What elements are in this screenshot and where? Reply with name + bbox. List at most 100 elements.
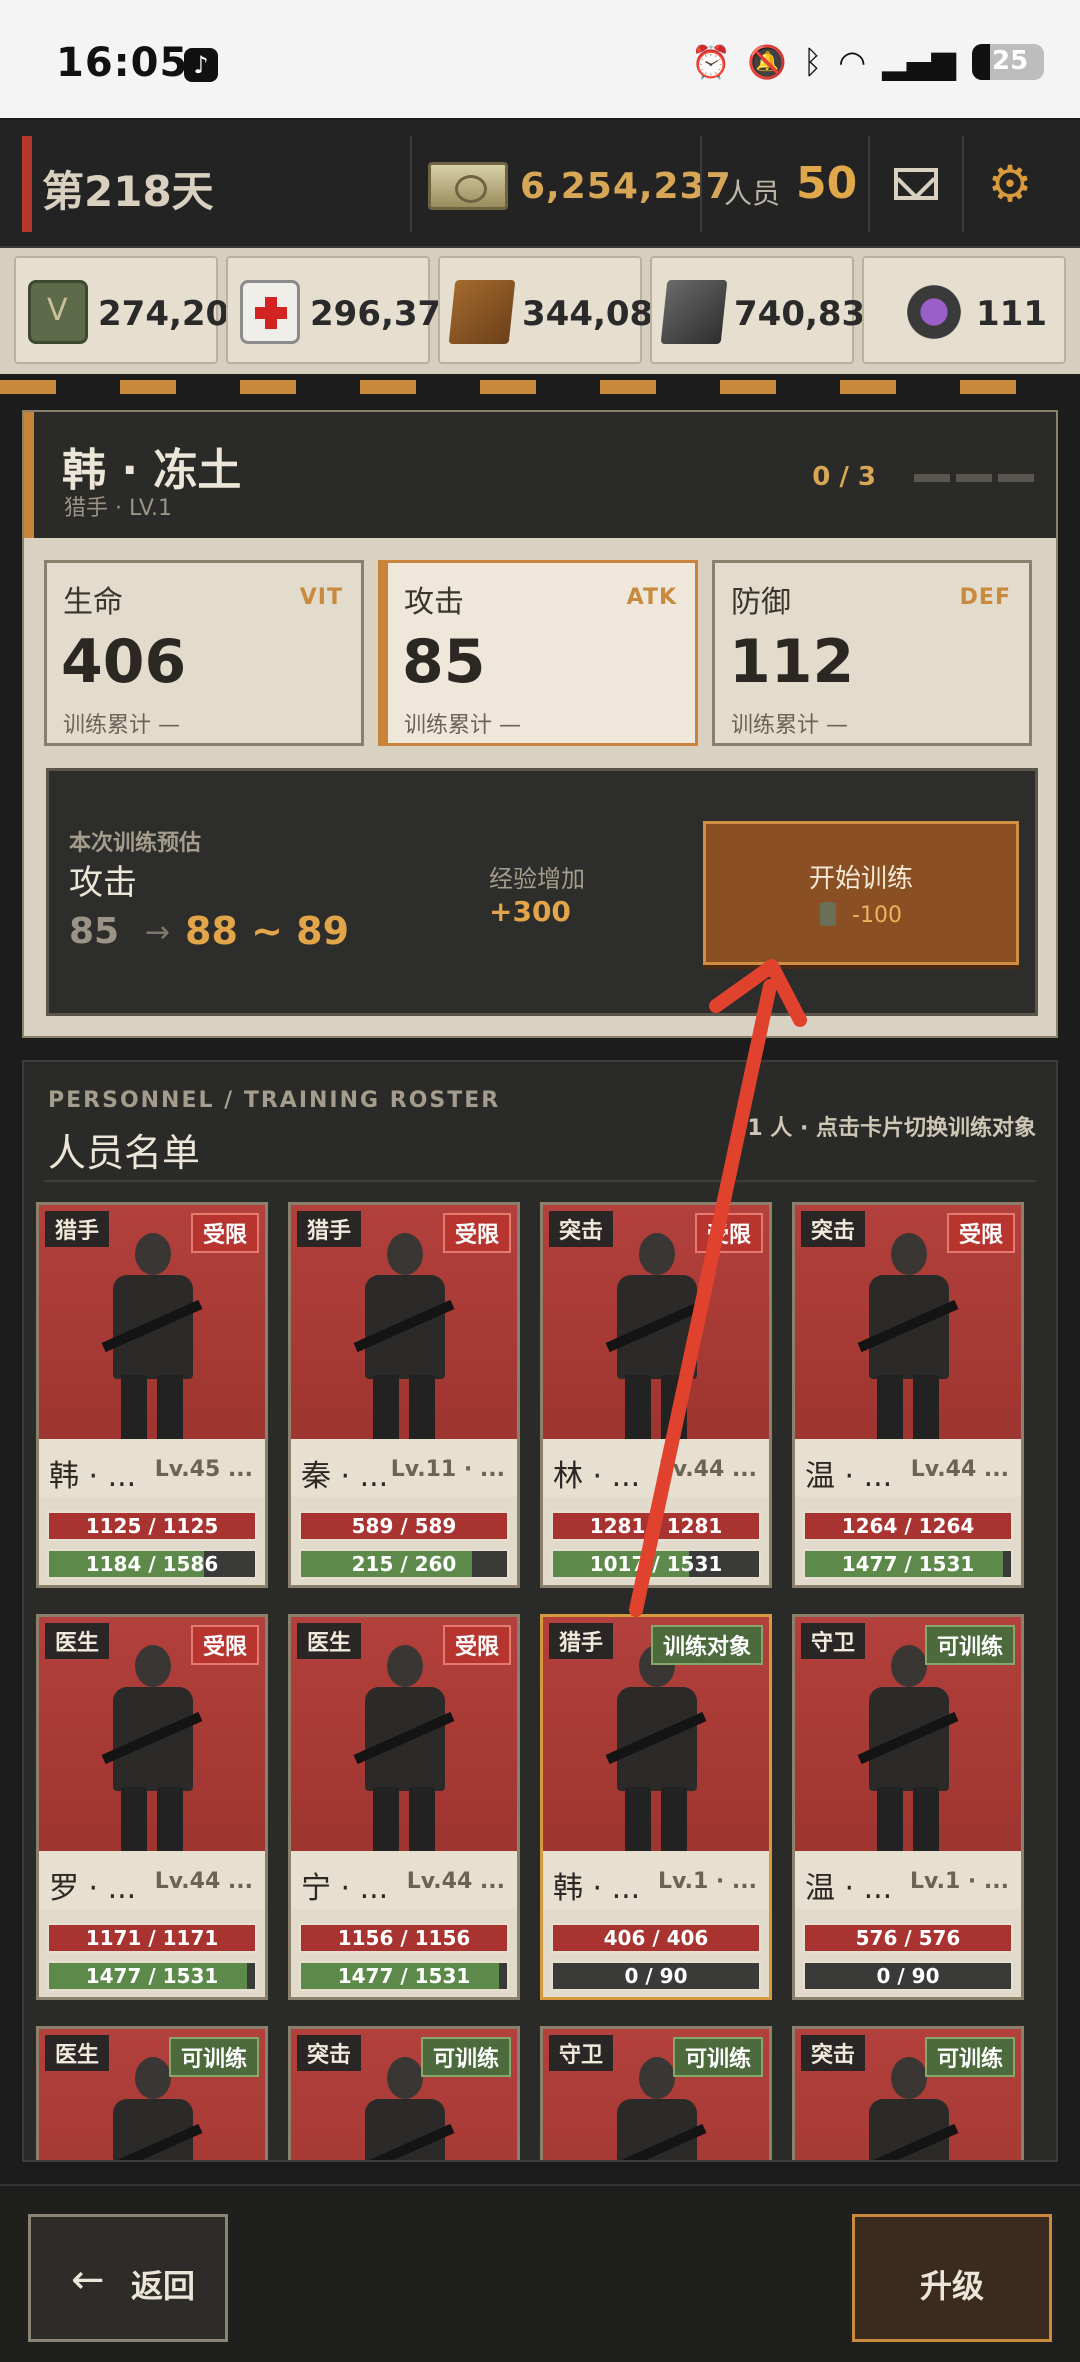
resource-value: 111 xyxy=(976,294,1047,334)
divider xyxy=(700,136,702,232)
soldier-figure xyxy=(601,1225,711,1439)
personnel-name: 温 · ... xyxy=(805,1459,893,1494)
estimate-title: 本次训练预估 xyxy=(69,831,202,856)
personnel-card[interactable]: 猎手 受限韩 · ... Lv.45 ... 1125 / 1125 1184 / 15… xyxy=(36,1202,268,1588)
estimate-from: 85 xyxy=(69,911,120,952)
arrow-right-icon: → xyxy=(145,915,171,950)
day-counter: 第218天 xyxy=(42,167,214,216)
personnel-portrait: 突击 受限 xyxy=(795,1205,1021,1439)
mail-button[interactable] xyxy=(868,136,962,232)
xp-text: 0 / 90 xyxy=(876,1964,940,1988)
xp-bar: 215 / 260 xyxy=(299,1549,509,1579)
gear-icon: ⚙ xyxy=(987,155,1033,213)
wifi-icon: ◠ xyxy=(838,43,867,81)
personnel-card[interactable]: 医生 受限罗 · ... Lv.44 ... 1171 / 1171 1477 / 15… xyxy=(36,1614,268,2000)
personnel-level: Lv.44 ... xyxy=(154,1869,253,1894)
medkit-icon xyxy=(240,280,300,344)
mute-icon: 🔕 xyxy=(747,43,788,81)
hp-bar: 1125 / 1125 xyxy=(47,1511,257,1541)
personnel-card[interactable]: 突击 可训练 xyxy=(288,2026,520,2160)
resource-wood: 344,084 xyxy=(438,256,677,364)
personnel-card[interactable]: 医生 可训练 xyxy=(36,2026,268,2160)
xp-bar: 1017 / 1531 xyxy=(551,1549,761,1579)
xp-bar: 0 / 90 xyxy=(803,1961,1013,1991)
stat-card-def[interactable]: 防御 DEF 112 训练累计 — xyxy=(712,560,1032,746)
upgrade-label: 升级 xyxy=(919,2267,984,2305)
xp-bar: 1477 / 1531 xyxy=(299,1961,509,1991)
personnel-card[interactable]: 突击 受限林 · ... Lv.44 ... 1281 / 1281 1017 / 15… xyxy=(540,1202,772,1588)
mail-icon xyxy=(894,168,938,200)
role-badge: 猎手 xyxy=(549,1623,614,1659)
back-button[interactable]: ← 返回 xyxy=(28,2214,228,2342)
stat-note: 训练累计 — xyxy=(63,713,180,738)
xp-text: 1477 / 1531 xyxy=(337,1964,471,1988)
role-badge: 医生 xyxy=(45,2035,110,2071)
personnel-namebar: 温 · ... Lv.44 ... xyxy=(795,1439,1021,1497)
personnel-portrait: 突击 可训练 xyxy=(795,2029,1021,2160)
personnel-portrait: 守卫 可训练 xyxy=(795,1617,1021,1851)
personnel-card[interactable]: 守卫 可训练温 · ... Lv.1 · ... 576 / 576 0 / 90 xyxy=(792,1614,1024,2000)
personnel-name: 温 · ... xyxy=(805,1871,893,1906)
status-badge: 可训练 xyxy=(672,2037,763,2077)
personnel-card[interactable]: 猎手 受限秦 · ... Lv.11 · ... 589 / 589 215 / 260 xyxy=(288,1202,520,1588)
resource-medicine: 296,374 xyxy=(226,256,465,364)
soldier-figure xyxy=(97,1225,207,1439)
stat-code: ATK xyxy=(626,585,677,610)
status-badge: 受限 xyxy=(190,1213,259,1253)
xp-bar: 1184 / 1586 xyxy=(47,1549,257,1579)
personnel-namebar: 温 · ... Lv.1 · ... xyxy=(795,1851,1021,1909)
xp-bar: 0 / 90 xyxy=(551,1961,761,1991)
soldier-figure xyxy=(853,1637,963,1851)
character-name: 韩 · 冻土 xyxy=(62,445,242,496)
personnel-card[interactable]: 守卫 可训练 xyxy=(540,2026,772,2160)
tiktok-icon: ♪ xyxy=(184,48,218,82)
training-cost-value: -100 xyxy=(852,903,902,928)
character-header: 韩 · 冻土 猎手 · LV.1 0 / 3 xyxy=(24,412,1056,538)
personnel-portrait: 医生 可训练 xyxy=(39,2029,265,2160)
status-badge: 受限 xyxy=(694,1213,763,1253)
personnel-namebar: 宁 · ... Lv.44 ... xyxy=(291,1851,517,1909)
role-badge: 医生 xyxy=(45,1623,110,1659)
status-badge: 训练对象 xyxy=(650,1625,763,1665)
personnel-namebar: 韩 · ... Lv.45 ... xyxy=(39,1439,265,1497)
start-training-button[interactable]: 开始训练 -100 xyxy=(703,821,1019,965)
upgrade-button[interactable]: 升级 xyxy=(852,2214,1052,2342)
resource-steel: 740,837 xyxy=(650,256,889,364)
role-badge: 突击 xyxy=(297,2035,362,2071)
stat-note: 训练累计 — xyxy=(731,713,848,738)
personnel-card[interactable]: 突击 受限温 · ... Lv.44 ... 1264 / 1264 1477 / 15… xyxy=(792,1202,1024,1588)
status-badge: 受限 xyxy=(946,1213,1015,1253)
personnel-namebar: 秦 · ... Lv.11 · ... xyxy=(291,1439,517,1497)
hp-bar: 576 / 576 xyxy=(803,1923,1013,1953)
progress-pip xyxy=(998,474,1034,482)
ration-icon xyxy=(28,280,88,344)
stat-label: 生命 xyxy=(63,585,123,620)
settings-button[interactable]: ⚙ xyxy=(962,136,1056,232)
soldier-figure xyxy=(97,1637,207,1851)
stat-card-vit[interactable]: 生命 VIT 406 训练累计 — xyxy=(44,560,364,746)
personnel-portrait: 突击 受限 xyxy=(543,1205,769,1439)
status-badge: 受限 xyxy=(442,1625,511,1665)
personnel-level: Lv.1 · ... xyxy=(658,1869,757,1894)
xp-text: 1184 / 1586 xyxy=(85,1552,219,1576)
personnel-card[interactable]: 猎手 训练对象韩 · ... Lv.1 · ... 406 / 406 0 / 90 xyxy=(540,1614,772,2000)
resource-parts: 111 xyxy=(862,256,1066,364)
personnel-card[interactable]: 突击 可训练 xyxy=(792,2026,1024,2160)
personnel-portrait: 猎手 受限 xyxy=(39,1205,265,1439)
personnel-card[interactable]: 医生 受限宁 · ... Lv.44 ... 1156 / 1156 1477 / 15… xyxy=(288,1614,520,2000)
divider xyxy=(410,136,412,232)
personnel-level: Lv.44 ... xyxy=(910,1457,1009,1482)
stat-label: 攻击 xyxy=(404,585,464,620)
cash-icon xyxy=(428,162,508,210)
status-bar: 16:05 ♪ ⏰ 🔕 ᛒ ◠ ▂▄▆ 25 xyxy=(0,0,1080,118)
personnel-portrait: 突击 可训练 xyxy=(291,2029,517,2160)
personnel-name: 秦 · ... xyxy=(301,1459,389,1494)
stat-card-atk[interactable]: 攻击 ATK 85 训练累计 — xyxy=(378,560,698,746)
hp-bar: 1281 / 1281 xyxy=(551,1511,761,1541)
stat-value: 112 xyxy=(729,627,855,697)
hp-bar: 1156 / 1156 xyxy=(299,1923,509,1953)
personnel-portrait: 守卫 可训练 xyxy=(543,2029,769,2160)
status-icons: ⏰ 🔕 ᛒ ◠ ▂▄▆ 25 xyxy=(691,42,1044,82)
personnel-name: 罗 · ... xyxy=(49,1871,137,1906)
personnel-portrait: 猎手 受限 xyxy=(291,1205,517,1439)
